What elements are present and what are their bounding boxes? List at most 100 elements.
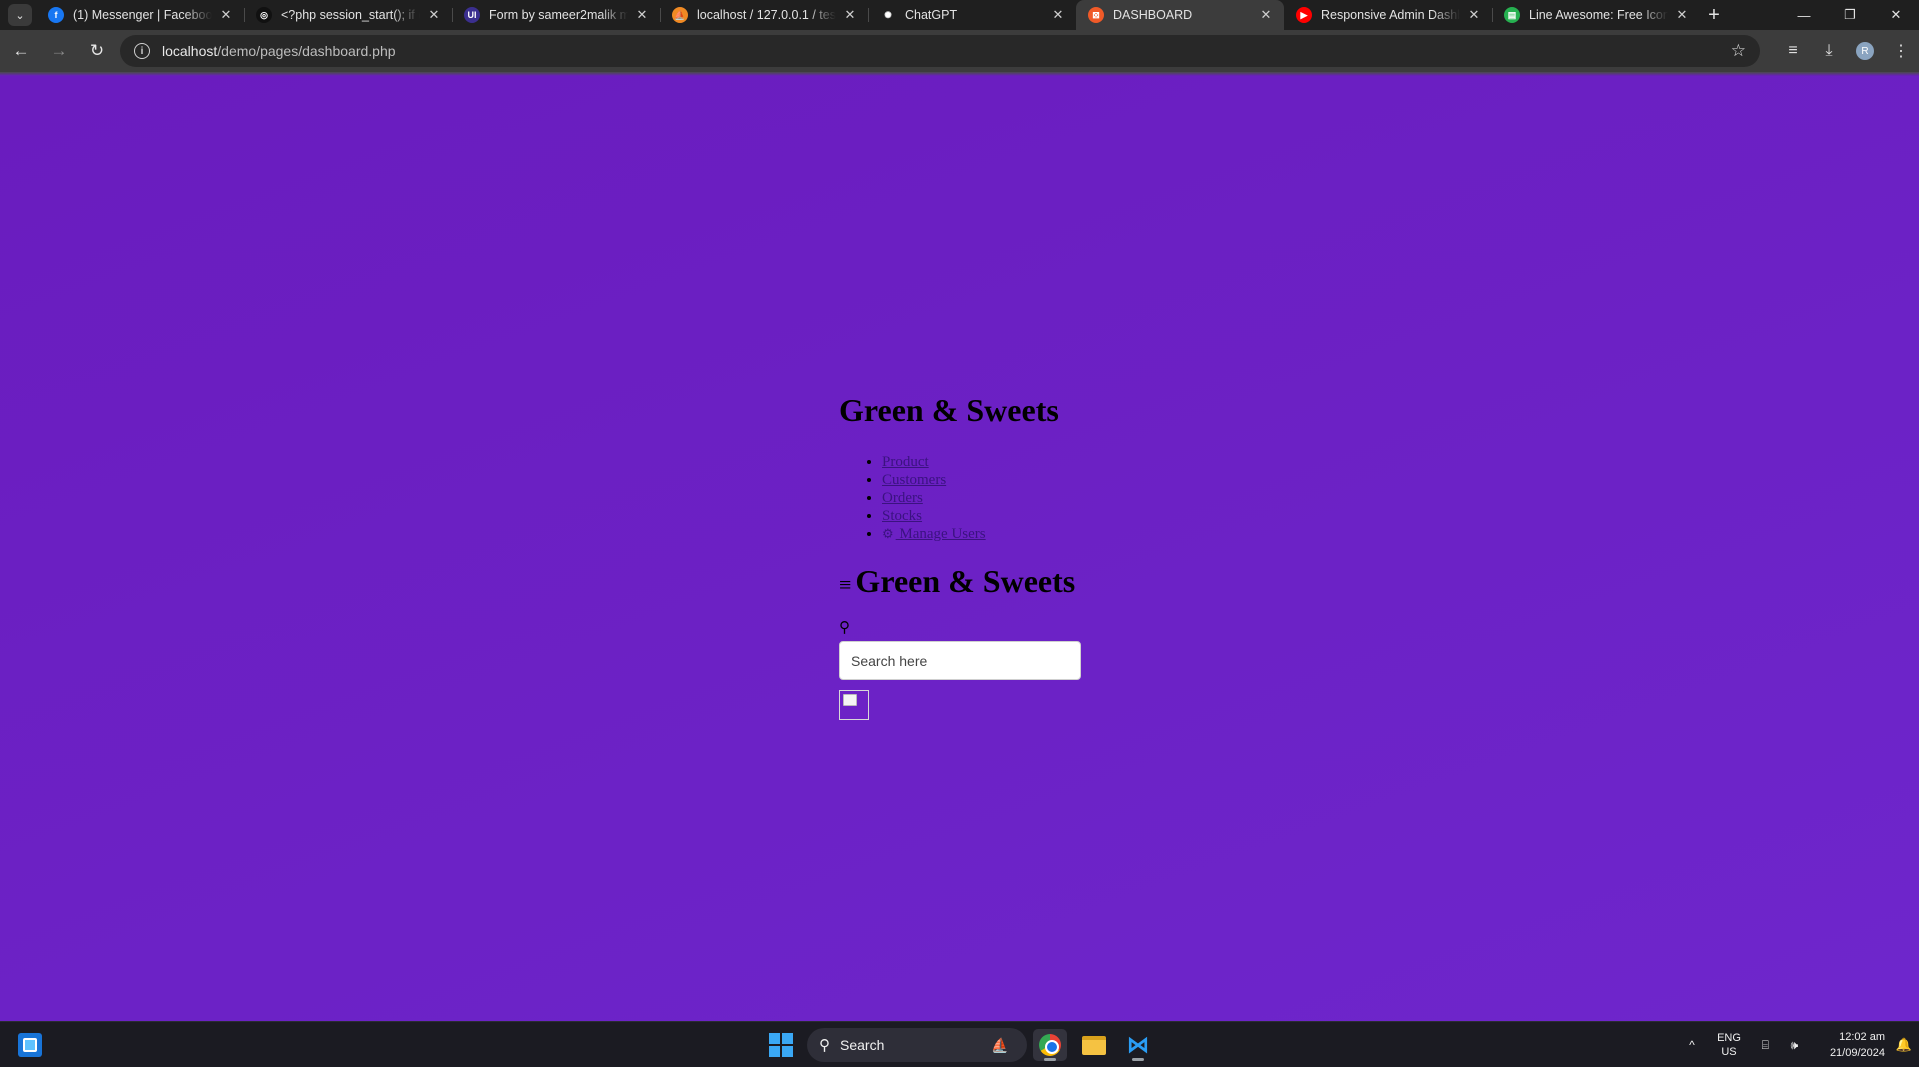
file-explorer-taskbar-app[interactable] (1077, 1029, 1111, 1061)
tab-close-icon[interactable]: ✕ (1050, 7, 1066, 23)
notification-bell-icon[interactable]: 🔔 (1889, 1037, 1919, 1053)
user-avatar[interactable] (839, 690, 869, 721)
tab-close-icon[interactable]: ✕ (634, 7, 650, 23)
language-code: ENG (1717, 1032, 1741, 1044)
close-window-button[interactable]: ✕ (1873, 0, 1919, 30)
vscode-icon: ⋈ (1127, 1032, 1149, 1057)
address-url: localhost/demo/pages/dashboard.php (162, 43, 396, 59)
widgets-button[interactable] (18, 1033, 42, 1057)
minimize-button[interactable]: — (1781, 0, 1827, 30)
browser-tab-strip: ⌄ f (1) Messenger | Facebook ✕ ◎ <?php sessi… (0, 0, 1919, 30)
system-tray: ^ ENG US ⌸ 🕪 12:02 am 21/09/2024 🔔 (1677, 1022, 1919, 1067)
menu-toggle-icon[interactable]: ≡ (839, 574, 851, 596)
uiverse-icon: UI (464, 7, 480, 23)
menu-kebab-icon[interactable]: ⋮ (1883, 33, 1919, 69)
tab-title: Line Awesome: Free Icon Font (1529, 8, 1668, 22)
sidebar-nav-item: Customers (882, 471, 1119, 489)
tab-close-icon[interactable]: ✕ (426, 7, 442, 23)
chatgpt-icon: ✺ (884, 9, 892, 20)
nav-manage-users[interactable]: Manage Users (896, 526, 985, 542)
media-controls-icon[interactable]: ≡ (1775, 33, 1811, 69)
browser-tab[interactable]: UI Form by sameer2malik made ✕ (452, 0, 660, 30)
browser-tab[interactable]: ◎ <?php session_start(); if (is ✕ (244, 0, 452, 30)
language-indicator[interactable]: ENG US (1707, 1031, 1751, 1059)
tab-title: Form by sameer2malik made (489, 8, 628, 22)
sidebar-nav-item: Stocks (882, 507, 1119, 525)
profile-avatar: R (1856, 42, 1874, 60)
running-indicator (1044, 1058, 1056, 1061)
chrome-taskbar-app[interactable] (1033, 1029, 1067, 1061)
tab-title: (1) Messenger | Facebook (73, 8, 212, 22)
dashboard-page: Green & Sweets Product Customers Orders … (839, 391, 1119, 721)
search-icon: ⚲ (819, 1037, 830, 1054)
restore-button[interactable]: ❐ (1827, 0, 1873, 30)
back-button[interactable]: ← (4, 34, 38, 68)
downloads-icon[interactable]: ⤓ (1811, 33, 1847, 69)
url-host: localhost (162, 43, 218, 59)
tab-close-icon[interactable]: ✕ (1258, 7, 1274, 23)
phpmyadmin-icon: ⛵ (672, 7, 688, 23)
tab-list: f (1) Messenger | Facebook ✕ ◎ <?php session… (36, 0, 1700, 30)
youtube-icon: ▶ (1296, 7, 1312, 23)
bookmark-star-icon[interactable]: ☆ (1731, 41, 1746, 61)
nav-customers[interactable]: Customers (882, 472, 946, 488)
start-button[interactable] (769, 1033, 793, 1057)
browser-tab[interactable]: ▤ Line Awesome: Free Icon Font ✕ (1492, 0, 1700, 30)
search-icon: ⚲ (839, 620, 850, 637)
quick-settings[interactable]: ⌸ 🕪 (1751, 1038, 1809, 1053)
clock-time: 12:02 am (1839, 1031, 1885, 1043)
nav-product[interactable]: Product (882, 454, 929, 470)
sidebar-nav: Product Customers Orders Stocks⚙ Manage … (882, 453, 1119, 543)
address-bar[interactable]: i localhost/demo/pages/dashboard.php ☆ (120, 35, 1760, 67)
line-awesome-icon: ▤ (1504, 7, 1520, 23)
tab-close-icon[interactable]: ✕ (1466, 7, 1482, 23)
taskbar-search[interactable]: ⚲ Search ⛵ (807, 1028, 1027, 1062)
tab-title: Responsive Admin Dashboard (1321, 8, 1460, 22)
browser-tab[interactable]: ▶ Responsive Admin Dashboard ✕ (1284, 0, 1492, 30)
profile-button[interactable]: R (1847, 33, 1883, 69)
browser-tab[interactable]: f (1) Messenger | Facebook ✕ (36, 0, 244, 30)
tab-title: DASHBOARD (1113, 8, 1193, 22)
chrome-icon (1039, 1034, 1061, 1056)
search-input[interactable] (839, 641, 1081, 681)
header-brand: Green & Sweets (855, 563, 1076, 600)
sidebar-nav-item: Orders (882, 489, 1119, 507)
new-tab-button[interactable]: + (1700, 0, 1728, 30)
window-controls: — ❐ ✕ (1781, 0, 1919, 30)
tab-close-icon[interactable]: ✕ (1674, 7, 1690, 23)
nav-orders[interactable]: Orders (882, 490, 923, 506)
tab-close-icon[interactable]: ✕ (218, 7, 234, 23)
site-info-icon[interactable]: i (134, 43, 150, 59)
browser-tab[interactable]: ⛵ localhost / 127.0.0.1 / test ✕ (660, 0, 868, 30)
sidebar-nav-item: ⚙ Manage Users (882, 525, 1119, 543)
tab-title: ChatGPT (905, 8, 958, 22)
page-header: ≡ Green & Sweets (839, 563, 1119, 600)
users-cog-icon: ⚙ (882, 526, 894, 542)
facebook-icon: f (48, 7, 64, 23)
browser-tab[interactable]: ✺ ChatGPT ✕ (868, 0, 1076, 30)
search-highlight-icon: ⛵ (991, 1036, 1009, 1053)
browser-tab[interactable]: ⊠ DASHBOARD ✕ (1076, 0, 1284, 30)
taskbar-search-label: Search (840, 1037, 885, 1053)
vscode-taskbar-app[interactable]: ⋈ (1121, 1029, 1155, 1061)
clock[interactable]: 12:02 am 21/09/2024 (1809, 1029, 1889, 1061)
tab-close-icon[interactable]: ✕ (842, 7, 858, 23)
tab-title: localhost / 127.0.0.1 / test (697, 8, 836, 22)
sidebar-brand: Green & Sweets (839, 392, 1059, 428)
volume-icon: 🕪 (1790, 1037, 1799, 1052)
tray-overflow-chevron-icon[interactable]: ^ (1677, 1038, 1707, 1052)
region-code: US (1721, 1046, 1737, 1058)
running-indicator (1132, 1058, 1144, 1061)
xampp-icon: ⊠ (1088, 7, 1104, 23)
browser-toolbar: ← → ↻ i localhost/demo/pages/dashboard.p… (0, 30, 1919, 72)
forward-button[interactable]: → (42, 34, 76, 68)
url-path: /demo/pages/dashboard.php (217, 43, 396, 59)
openai-icon: ◎ (256, 7, 272, 23)
tab-search-button[interactable]: ⌄ (8, 4, 32, 26)
folder-icon (1082, 1035, 1106, 1055)
clock-date: 21/09/2024 (1829, 1047, 1885, 1059)
network-icon: ⌸ (1761, 1037, 1769, 1052)
reload-button[interactable]: ↻ (80, 34, 114, 68)
sidebar-nav-item: Product (882, 453, 1119, 471)
nav-stocks[interactable]: Stocks (882, 508, 922, 524)
